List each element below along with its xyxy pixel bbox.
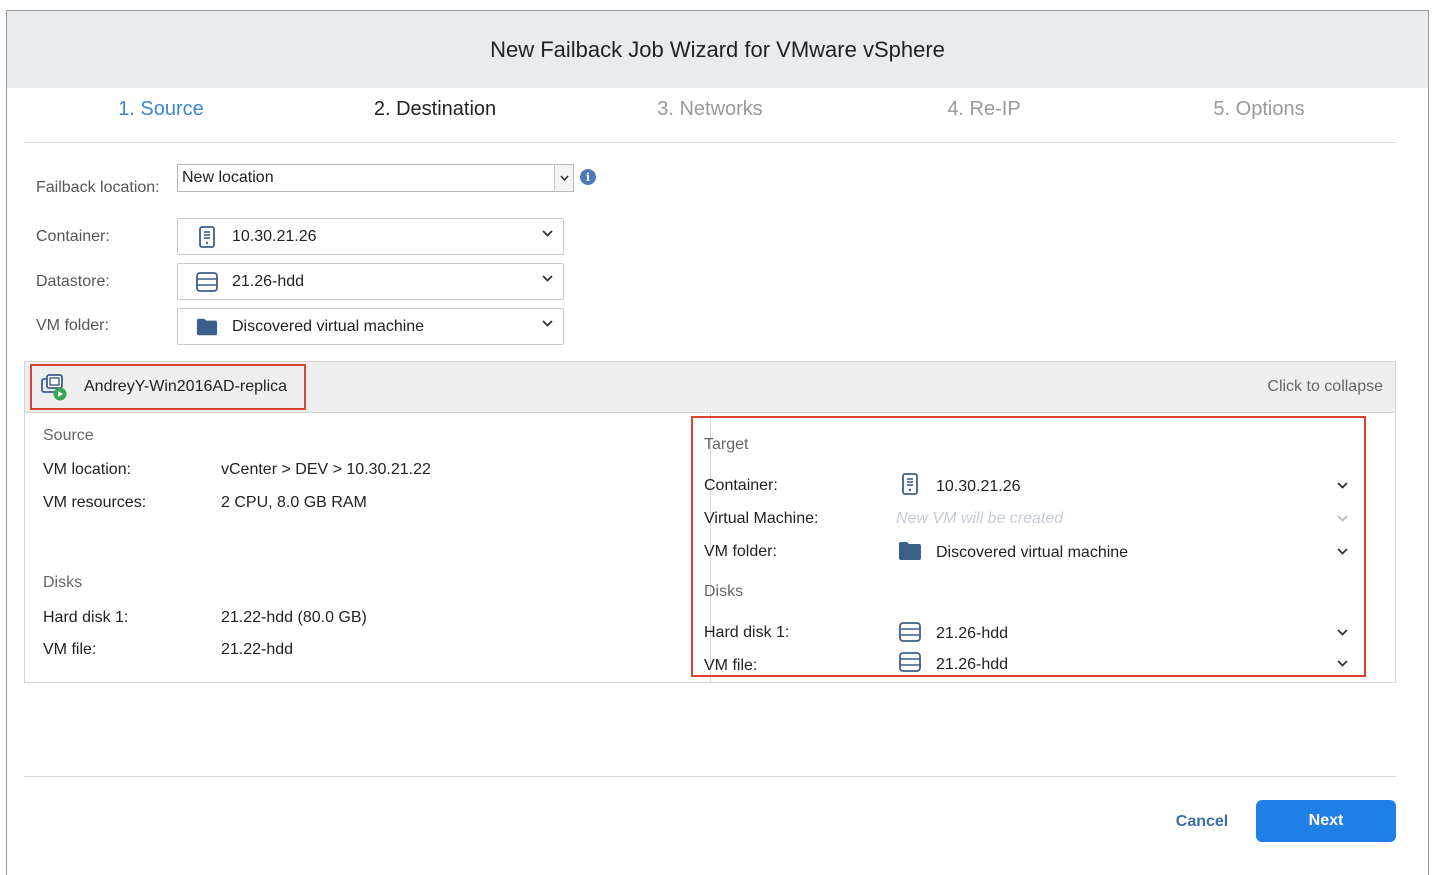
datastore-icon bbox=[899, 621, 921, 643]
target-container-select[interactable]: 10.30.21.26 bbox=[893, 468, 1363, 502]
vm-folder-value: Discovered virtual machine bbox=[232, 317, 425, 335]
vm-name: AndreyY-Win2016AD-replica bbox=[84, 378, 288, 395]
container-value: 10.30.21.26 bbox=[232, 227, 317, 245]
dropdown-arrow-icon[interactable] bbox=[554, 165, 573, 191]
chevron-down-icon bbox=[1337, 627, 1348, 639]
target-container-label: Container: bbox=[704, 477, 778, 494]
server-icon bbox=[196, 225, 218, 248]
target-vm-folder-select[interactable]: Discovered virtual machine bbox=[893, 534, 1363, 568]
datastore-select[interactable]: 21.26-hdd bbox=[177, 263, 564, 300]
collapse-link[interactable]: Click to collapse bbox=[1267, 378, 1383, 396]
footer-divider bbox=[24, 776, 1396, 777]
source-disks-title: Disks bbox=[43, 574, 83, 591]
failback-location-label: Failback location: bbox=[36, 179, 160, 196]
failback-location-value: New location bbox=[182, 169, 274, 186]
target-vm-file-select[interactable]: 21.26-hdd bbox=[893, 647, 1363, 675]
datastore-label: Datastore: bbox=[36, 273, 110, 290]
target-hard-disk-select[interactable]: 21.26-hdd bbox=[893, 615, 1363, 649]
folder-icon bbox=[196, 316, 218, 338]
source-title: Source bbox=[43, 427, 94, 444]
source-vm-file-label: VM file: bbox=[43, 641, 97, 658]
container-label: Container: bbox=[36, 228, 110, 245]
folder-icon bbox=[897, 540, 923, 562]
source-vm-file-value: 21.22-hdd bbox=[221, 641, 294, 658]
target-vm-folder-value: Discovered virtual machine bbox=[936, 544, 1129, 561]
datastore-icon bbox=[196, 271, 218, 293]
target-disks-title: Disks bbox=[704, 583, 744, 600]
step-re-ip: 4. Re-IP bbox=[947, 98, 1021, 120]
source-column: Source VM location: vCenter > DEV > 10.3… bbox=[25, 413, 711, 682]
vm-replica-icon bbox=[40, 373, 68, 401]
vm-folder-label: VM folder: bbox=[36, 317, 109, 334]
chevron-down-icon bbox=[542, 318, 553, 330]
step-networks: 3. Networks bbox=[657, 98, 763, 120]
vm-folder-select[interactable]: Discovered virtual machine bbox=[177, 308, 564, 345]
container-select[interactable]: 10.30.21.26 bbox=[177, 218, 564, 255]
chevron-down-icon bbox=[1337, 658, 1348, 670]
target-container-value: 10.30.21.26 bbox=[936, 478, 1021, 495]
vm-location-value: vCenter > DEV > 10.30.21.22 bbox=[221, 461, 431, 478]
target-virtual-machine-placeholder: New VM will be created bbox=[896, 510, 1064, 527]
chevron-down-icon bbox=[1337, 480, 1348, 492]
vm-panel-header[interactable]: AndreyY-Win2016AD-replica Click to colla… bbox=[25, 362, 1395, 413]
vm-name-highlight: AndreyY-Win2016AD-replica bbox=[30, 364, 306, 410]
chevron-down-icon bbox=[1337, 546, 1348, 558]
step-options: 5. Options bbox=[1213, 98, 1305, 120]
target-vm-folder-label: VM folder: bbox=[704, 543, 777, 560]
target-highlight: Target Container: 10.30.21.26 Virtual Ma… bbox=[691, 416, 1366, 677]
target-virtual-machine-label: Virtual Machine: bbox=[704, 510, 819, 527]
chevron-down-icon bbox=[542, 273, 553, 285]
source-hard-disk-label: Hard disk 1: bbox=[43, 609, 129, 626]
chevron-down-icon bbox=[1337, 513, 1348, 525]
chevron-down-icon bbox=[542, 228, 553, 240]
info-icon[interactable]: i bbox=[580, 169, 596, 185]
target-title: Target bbox=[704, 436, 749, 453]
target-hard-disk-label: Hard disk 1: bbox=[704, 624, 790, 641]
wizard-steps: 1. Source 2. Destination 3. Networks 4. … bbox=[24, 77, 1396, 143]
vm-location-label: VM location: bbox=[43, 461, 132, 478]
target-hard-disk-value: 21.26-hdd bbox=[936, 625, 1009, 642]
target-vm-file-label: VM file: bbox=[704, 657, 758, 674]
step-destination[interactable]: 2. Destination bbox=[298, 77, 572, 141]
target-vm-file-value: 21.26-hdd bbox=[936, 656, 1009, 673]
source-hard-disk-value: 21.22-hdd (80.0 GB) bbox=[221, 609, 367, 626]
target-virtual-machine-select[interactable]: New VM will be created bbox=[893, 502, 1363, 532]
vm-resources-label: VM resources: bbox=[43, 494, 147, 511]
datastore-icon bbox=[899, 651, 921, 673]
step-source[interactable]: 1. Source bbox=[24, 77, 298, 141]
next-button[interactable]: Next bbox=[1256, 800, 1396, 842]
cancel-button[interactable]: Cancel bbox=[1162, 802, 1242, 842]
vm-resources-value: 2 CPU, 8.0 GB RAM bbox=[221, 494, 367, 511]
datastore-value: 21.26-hdd bbox=[232, 272, 305, 290]
failback-location-select[interactable]: New location bbox=[177, 164, 574, 192]
server-icon bbox=[899, 473, 921, 495]
